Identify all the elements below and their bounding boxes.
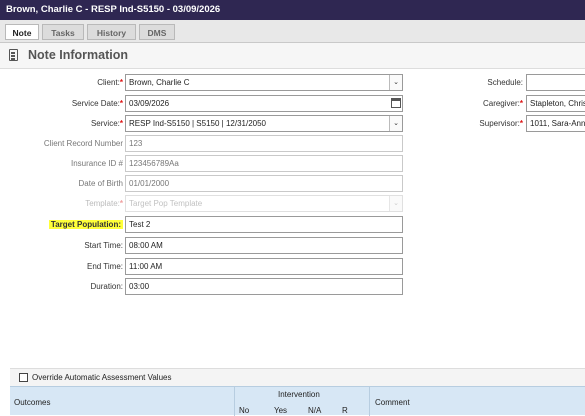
column-na: N/A [308, 406, 322, 415]
column-divider [369, 387, 370, 416]
calendar-icon[interactable] [391, 98, 401, 108]
start-time-input[interactable]: 08:00 AM [125, 237, 403, 254]
target-population-field[interactable]: Test 2 [125, 216, 403, 233]
insurance-id-label: Insurance ID # [70, 159, 123, 168]
tab-bar: Note Tasks History DMS [0, 20, 585, 43]
outcomes-header: Outcomes [14, 398, 51, 407]
override-checkbox[interactable] [19, 373, 28, 382]
tab-tasks[interactable]: Tasks [42, 24, 84, 40]
target-population-label: Target Population: [48, 220, 123, 229]
insurance-id-field: 123456789Aa [125, 155, 403, 172]
window-title: Brown, Charlie C - RESP Ind-S5150 - 03/0… [0, 0, 585, 20]
schedule-label: Schedule: [487, 78, 523, 87]
tab-history[interactable]: History [87, 24, 136, 40]
chevron-down-icon: ⌄ [389, 196, 402, 211]
override-bar: Override Automatic Assessment Values [10, 368, 585, 387]
column-r: R [342, 406, 348, 415]
duration-label: Duration: [90, 282, 123, 291]
template-label: Template:* [85, 199, 123, 208]
column-divider [234, 387, 235, 416]
caregiver-select[interactable]: Stapleton, Chris [526, 95, 585, 112]
duration-input[interactable]: 03:00 [125, 278, 403, 295]
start-time-label: Start Time: [84, 241, 123, 250]
caregiver-label: Caregiver:* [482, 99, 523, 108]
intervention-header: Intervention [278, 390, 320, 399]
chevron-down-icon[interactable]: ⌄ [389, 116, 402, 131]
client-value: Brown, Charlie C [129, 78, 190, 87]
service-date-input[interactable]: 03/09/2026 [125, 95, 403, 112]
client-record-field: 123 [125, 135, 403, 152]
chevron-down-icon[interactable]: ⌄ [389, 75, 402, 90]
document-icon [9, 49, 18, 61]
client-record-label: Client Record Number [43, 139, 123, 148]
client-select[interactable]: Brown, Charlie C ⌄ [125, 74, 403, 91]
service-select[interactable]: RESP Ind-S5150 | S5150 | 12/31/2050 ⌄ [125, 115, 403, 132]
schedule-select[interactable] [526, 74, 585, 91]
override-label[interactable]: Override Automatic Assessment Values [32, 373, 171, 382]
client-label: Client:* [97, 78, 123, 87]
section-title: Note Information [28, 48, 128, 62]
dob-label: Date of Birth [78, 179, 123, 188]
service-date-label: Service Date:* [71, 99, 123, 108]
column-no: No [239, 406, 250, 415]
tab-note[interactable]: Note [5, 24, 39, 40]
service-label: Service:* [90, 119, 123, 128]
assessment-table-header: Outcomes Intervention No Yes N/A R Comme… [10, 386, 585, 416]
dob-field: 01/01/2000 [125, 175, 403, 192]
column-yes: Yes [274, 406, 288, 415]
supervisor-select[interactable]: 1011, Sara-Anne [526, 115, 585, 132]
end-time-input[interactable]: 11:00 AM [125, 258, 403, 275]
note-form: Client:* Brown, Charlie C ⌄ Service Date… [7, 70, 585, 365]
comment-header: Comment [375, 398, 410, 407]
end-time-label: End Time: [86, 262, 123, 271]
service-date-value: 03/09/2026 [129, 99, 170, 108]
template-select: Target Pop Template ⌄ [125, 195, 403, 212]
template-placeholder: Target Pop Template [129, 199, 203, 208]
section-header: Note Information [0, 43, 585, 69]
tab-dms[interactable]: DMS [139, 24, 175, 40]
supervisor-label: Supervisor:* [479, 119, 523, 128]
service-value: RESP Ind-S5150 | S5150 | 12/31/2050 [129, 119, 266, 128]
